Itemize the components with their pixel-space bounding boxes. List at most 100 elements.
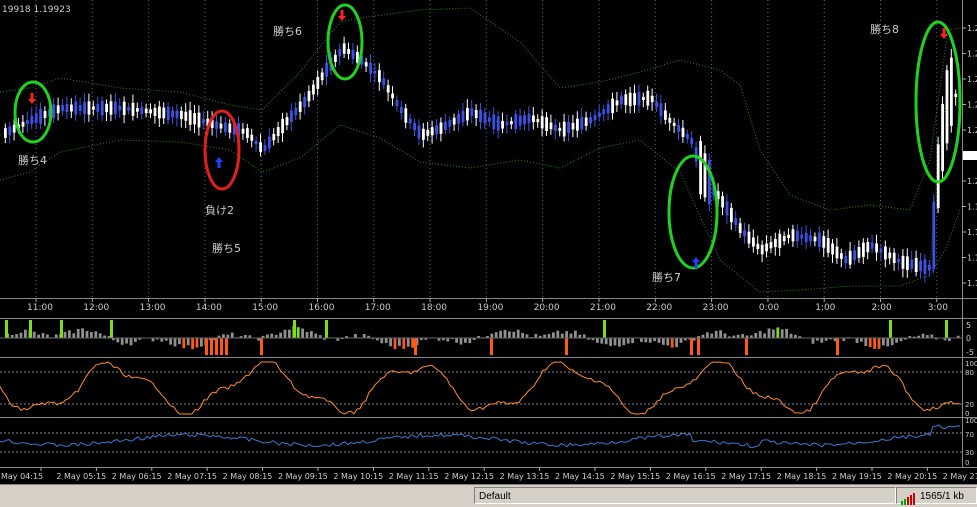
histogram-bar-signal <box>414 338 417 355</box>
candle-body <box>166 106 170 121</box>
date-label: 2 May 17:15 <box>721 472 771 481</box>
candle-body <box>941 103 944 172</box>
histogram-bar <box>63 331 67 338</box>
candle-body <box>109 101 113 115</box>
date-label: 2 May 11:15 <box>389 472 439 481</box>
histogram-bar <box>446 338 450 342</box>
candle-body <box>312 84 315 95</box>
candle-body <box>743 229 746 237</box>
candle-body <box>281 118 284 134</box>
candle-body <box>778 233 782 248</box>
histogram-bar <box>459 338 463 345</box>
candle-body <box>791 229 795 242</box>
price-label: 1.2 <box>967 75 977 84</box>
time-label: 1:00 <box>815 303 835 313</box>
histogram-bar <box>706 332 709 338</box>
candle-body <box>228 123 232 133</box>
histogram-bar <box>882 338 885 346</box>
histogram-bar-signal <box>60 320 63 338</box>
histogram-bar <box>811 338 815 344</box>
candle-body <box>215 121 218 129</box>
candle-body <box>492 114 496 130</box>
histogram-bar <box>186 338 190 346</box>
histogram-bar <box>354 334 357 338</box>
candle-body <box>4 128 7 138</box>
histogram-bar <box>393 338 397 350</box>
histogram-bar <box>94 331 98 338</box>
stochastic-scale-label: 20 <box>965 401 974 409</box>
candle-body <box>448 120 452 127</box>
candle-body <box>914 257 918 273</box>
histogram-bar <box>499 330 502 338</box>
histogram-bar-signal <box>29 320 32 338</box>
histogram-bar <box>789 333 793 338</box>
histogram-bar <box>301 328 304 338</box>
date-label: 2 May 08:15 <box>223 472 273 481</box>
histogram-bar <box>411 338 414 348</box>
histogram-bar <box>41 333 45 338</box>
candle-body <box>884 246 887 260</box>
price-panel[interactable] <box>0 0 962 298</box>
candle-body <box>114 101 117 115</box>
candle-body <box>34 113 38 123</box>
candle-body <box>567 121 570 134</box>
candle-body <box>171 110 174 118</box>
candle-body <box>831 243 834 255</box>
histogram-bar-signal <box>490 338 493 355</box>
histogram-bar <box>380 338 384 344</box>
price-label: 1.1 <box>967 254 977 263</box>
time-label: 14:00 <box>196 303 222 313</box>
histogram-bar <box>191 338 194 350</box>
candle-body <box>87 101 91 115</box>
candle-body <box>39 108 42 124</box>
histogram-bar <box>890 338 894 346</box>
histogram-bar <box>582 334 586 338</box>
candle-body <box>866 242 870 253</box>
candle-body <box>488 117 491 122</box>
histogram-bar <box>921 333 925 338</box>
candle-body <box>474 110 478 119</box>
histogram-bar <box>508 331 511 338</box>
rsi-scale-label: 30 <box>965 449 974 457</box>
candle-body <box>602 109 606 115</box>
histogram-bar <box>640 338 643 342</box>
histogram-bar-signal <box>745 338 748 355</box>
candle-body <box>769 242 773 249</box>
histogram-bar <box>283 329 287 338</box>
candle-body <box>12 124 16 133</box>
candle-body <box>584 117 588 126</box>
time-label: 3:00 <box>928 303 948 313</box>
candle-body <box>870 242 874 249</box>
histogram-bar <box>626 338 630 344</box>
candle-body <box>818 232 821 247</box>
candle-body <box>540 116 544 129</box>
histogram-bar <box>534 334 538 338</box>
candle-body <box>131 102 135 116</box>
candle-body <box>347 49 350 54</box>
candle-body <box>562 121 566 137</box>
histogram-bar <box>714 330 718 338</box>
histogram-bar <box>90 332 93 338</box>
candle-body <box>8 126 12 136</box>
candle-body <box>100 100 104 116</box>
histogram-bar <box>24 329 27 338</box>
candle-body <box>320 72 324 81</box>
histogram-bar-signal <box>210 338 213 355</box>
candle-body <box>158 106 161 119</box>
chart-window[interactable]: 勝ち4 負け2 勝ち5 勝ち6 勝ち7 勝ち8 19918 1.19923 1.2 1.2 1… <box>0 0 977 484</box>
price-label: 1.2 <box>967 24 977 33</box>
price-label: 1.1 <box>967 228 977 237</box>
histogram-bar <box>54 334 58 338</box>
histogram-bar <box>675 338 678 347</box>
date-label: 2 May 10:15 <box>333 472 383 481</box>
candle-body <box>611 98 614 114</box>
histogram-bar <box>754 332 758 338</box>
histogram-bar <box>618 338 621 347</box>
histogram-bar <box>758 331 762 338</box>
time-label: 22:00 <box>646 303 672 313</box>
histogram-bar <box>85 331 89 338</box>
candle-body <box>606 104 610 114</box>
candle-body <box>439 122 443 134</box>
histogram-bar-signal <box>5 320 8 338</box>
candle-body <box>52 104 56 118</box>
